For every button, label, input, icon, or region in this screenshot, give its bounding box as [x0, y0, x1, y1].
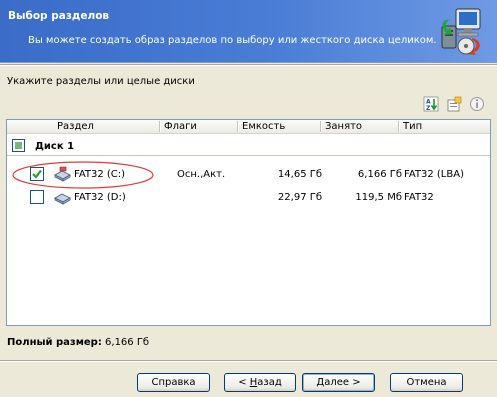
disk-row[interactable]: Диск 1	[7, 137, 490, 156]
info-icon[interactable]	[469, 96, 485, 112]
disk-label: Диск 1	[35, 141, 75, 152]
page-subtitle: Вы можете создать образ разделов по выбо…	[28, 35, 437, 46]
column-header-used[interactable]: Занято	[325, 121, 362, 132]
partition-checkbox[interactable]	[30, 190, 44, 204]
disk-checkbox[interactable]	[12, 139, 25, 152]
instruction-label: Укажите разделы или целые диски	[7, 76, 195, 87]
partition-flags: Осн.,Акт.	[177, 169, 226, 180]
back-button-prefix: <	[238, 376, 250, 388]
page-title: Выбор разделов	[8, 10, 110, 22]
partition-type: FAT32 (LBA)	[404, 169, 464, 180]
table-row[interactable]: FAT32 (D:) 22,97 Гб 119,5 Мб FAT32	[7, 188, 490, 207]
list-header: Раздел Флаги Емкость Занято Тип	[7, 120, 490, 134]
help-button[interactable]: Справка	[137, 373, 210, 392]
total-size: Полный размер: 6,166 Гб	[7, 337, 149, 348]
total-size-value: 6,166 Гб	[105, 337, 150, 348]
column-divider[interactable]	[320, 121, 322, 132]
footer-separator	[0, 360, 497, 362]
total-size-label: Полный размер:	[7, 337, 102, 348]
column-divider[interactable]	[159, 121, 161, 132]
column-header-flags[interactable]: Флаги	[164, 121, 197, 132]
column-header-partition[interactable]: Раздел	[57, 121, 94, 132]
column-header-capacity[interactable]: Емкость	[242, 121, 285, 132]
next-button-label: алее >	[324, 376, 361, 388]
partition-drive-icon	[54, 193, 71, 205]
cancel-button[interactable]: Отмена	[390, 373, 463, 392]
header-separator	[0, 64, 497, 66]
svg-text:Z: Z	[426, 105, 431, 112]
computer-disk-wizard-icon	[441, 8, 481, 55]
partition-name: FAT32 (D:)	[74, 192, 126, 203]
next-button[interactable]: Далее >	[302, 373, 375, 392]
partition-capacity: 22,97 Гб	[277, 192, 322, 203]
wizard-header: Выбор разделов Вы можете создать образ р…	[0, 0, 497, 63]
partition-used: 6,166 Гб	[357, 169, 402, 180]
properties-icon[interactable]	[446, 96, 462, 112]
partial-check-mark	[15, 142, 22, 149]
column-divider[interactable]	[237, 121, 239, 132]
back-button[interactable]: < Назад	[224, 373, 296, 392]
sort-az-icon[interactable]: A Z	[423, 96, 439, 112]
column-divider[interactable]	[398, 121, 400, 132]
partition-capacity: 14,65 Гб	[277, 169, 322, 180]
back-button-label: азад	[257, 376, 282, 388]
highlight-ellipse	[12, 161, 154, 189]
partition-type: FAT32	[404, 192, 434, 203]
partition-used: 119,5 Мб	[355, 192, 402, 203]
column-header-type[interactable]: Тип	[403, 121, 422, 132]
partition-list[interactable]: Раздел Флаги Емкость Занято Тип Диск 1 F…	[6, 119, 491, 326]
